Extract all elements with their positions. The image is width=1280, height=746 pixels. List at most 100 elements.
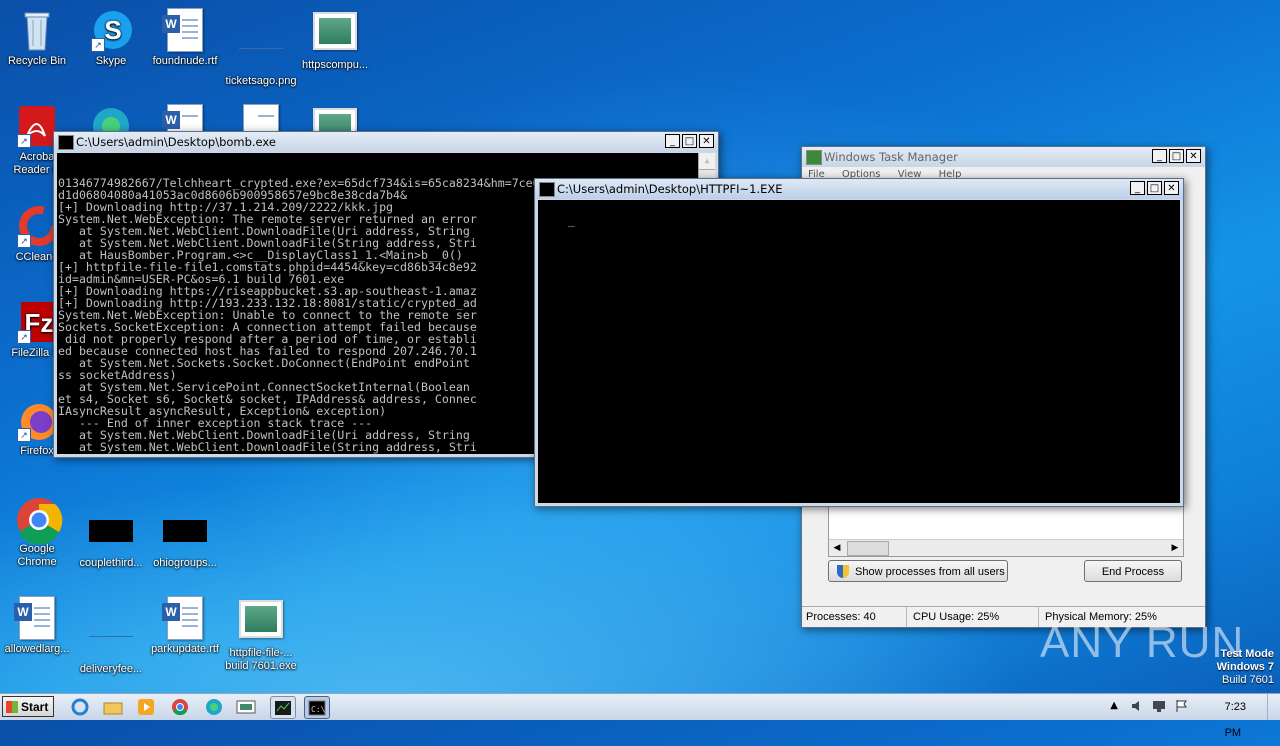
shortcut-arrow-icon: ↗ bbox=[17, 134, 31, 148]
action-center-flag-icon[interactable] bbox=[1174, 699, 1188, 713]
anyrun-logo: ANY RUN bbox=[1040, 618, 1244, 668]
word-document-icon: W bbox=[162, 596, 207, 640]
media-player-taskbar-icon[interactable] bbox=[134, 696, 158, 717]
chrome-icon bbox=[15, 496, 63, 545]
watermark-line2: Windows 7 bbox=[1216, 661, 1274, 673]
skype-shortcut[interactable]: S ↗ Skype bbox=[74, 8, 148, 68]
close-button[interactable]: ✕ bbox=[699, 134, 714, 148]
image-file-icon bbox=[239, 600, 283, 644]
ticketsago-file[interactable]: ticketsago.png bbox=[224, 8, 298, 88]
allowedlarg-file[interactable]: W allowedlarg... bbox=[0, 596, 74, 656]
show-hidden-icons-button[interactable]: ▲ bbox=[1110, 700, 1118, 711]
desktop-icon-label: allowedlarg... bbox=[4, 643, 70, 655]
test-mode-watermark: Test Mode Windows 7 Build 7601 bbox=[1217, 648, 1274, 687]
console-output[interactable]: _ bbox=[538, 200, 1180, 503]
window-title: Windows Task Manager bbox=[824, 150, 958, 164]
explorer-taskbar-icon[interactable] bbox=[101, 696, 125, 717]
status-processes: Processes: 40 bbox=[802, 607, 907, 627]
close-button[interactable]: ✕ bbox=[1164, 181, 1179, 195]
desktop-icon-label: Google Chrome bbox=[17, 543, 57, 568]
close-button[interactable]: ✕ bbox=[1186, 149, 1201, 163]
process-list[interactable]: ◀ ▶ bbox=[828, 503, 1184, 557]
show-all-label: Show processes from all users bbox=[855, 566, 1005, 578]
png-file-icon bbox=[239, 28, 283, 72]
scroll-thumb[interactable] bbox=[847, 541, 889, 556]
svg-text:S: S bbox=[104, 15, 121, 45]
scroll-right-button[interactable]: ▶ bbox=[1167, 540, 1183, 556]
deliveryfee-file[interactable]: deliveryfee... bbox=[74, 596, 148, 676]
taskbar-clock[interactable]: 7:23 PM bbox=[1225, 694, 1246, 739]
shortcut-arrow-icon: ↗ bbox=[17, 330, 31, 344]
maximize-button[interactable]: □ bbox=[1147, 181, 1162, 195]
end-process-button[interactable]: End Process bbox=[1084, 560, 1182, 582]
svg-text:C:\: C:\ bbox=[311, 705, 326, 714]
desktop-icon-label: foundnude.rtf bbox=[152, 55, 218, 67]
desktop-icon-label: deliveryfee... bbox=[79, 663, 143, 675]
desktop-icon-label: couplethird... bbox=[79, 557, 143, 569]
text-cursor: _ bbox=[567, 213, 575, 227]
task-manager-taskbar-button[interactable] bbox=[270, 696, 296, 719]
word-document-icon: W bbox=[14, 596, 59, 640]
task-manager-icon bbox=[806, 150, 822, 165]
windows-flag-icon bbox=[6, 701, 18, 713]
scroll-left-button[interactable]: ◀ bbox=[829, 540, 845, 556]
minimize-button[interactable]: _ bbox=[1152, 149, 1167, 163]
desktop-icon-label: ticketsago.png bbox=[225, 75, 297, 87]
desktop-icon-label: ohiogroups... bbox=[153, 557, 217, 569]
bomb-titlebar[interactable]: C:\Users\admin\Desktop\bomb.exe _ □ ✕ bbox=[54, 132, 718, 152]
httpscompu-file[interactable]: httpscompu... bbox=[298, 8, 372, 72]
scroll-up-button[interactable]: ▲ bbox=[699, 153, 715, 170]
desktop-icon-label: httpfile-file-... build 7601.exe bbox=[225, 647, 297, 672]
httpfile-exe[interactable]: httpfile-file-... build 7601.exe bbox=[224, 596, 298, 673]
file-icon bbox=[163, 520, 207, 554]
app-taskbar-icon[interactable] bbox=[234, 696, 258, 717]
window-title: C:\Users\admin\Desktop\bomb.exe bbox=[76, 135, 276, 149]
desktop-icon-label: parkupdate.rtf bbox=[151, 643, 219, 655]
status-cpu: CPU Usage: 25% bbox=[909, 607, 1039, 627]
minimize-button[interactable]: _ bbox=[1130, 181, 1145, 195]
parkupdate-file[interactable]: W parkupdate.rtf bbox=[148, 596, 222, 656]
console-icon bbox=[539, 182, 555, 197]
skype-icon: S ↗ bbox=[89, 8, 133, 52]
watermark-line3: Build 7601 bbox=[1222, 674, 1274, 686]
foundnude-file[interactable]: W foundnude.rtf bbox=[148, 8, 222, 68]
watermark-line1: Test Mode bbox=[1220, 648, 1274, 660]
shortcut-arrow-icon: ↗ bbox=[17, 428, 31, 442]
chrome-taskbar-icon[interactable] bbox=[168, 696, 192, 717]
ohiogroups-file[interactable]: ohiogroups... bbox=[148, 506, 222, 570]
console-icon bbox=[58, 135, 74, 150]
desktop-icon-label: Recycle Bin bbox=[7, 55, 67, 67]
anyrun-brand: ANY RUN bbox=[1040, 618, 1245, 667]
shortcut-arrow-icon: ↗ bbox=[91, 38, 105, 52]
console-taskbar-button[interactable]: C:\ bbox=[304, 696, 330, 719]
desktop-icon-label: Skype bbox=[95, 55, 127, 67]
ie-taskbar-icon[interactable] bbox=[68, 696, 92, 717]
recycle-bin-icon bbox=[15, 8, 59, 52]
speaker-icon[interactable] bbox=[1130, 699, 1144, 713]
taskbar: Start C:\ ▲ 7:23 PM bbox=[0, 693, 1280, 739]
image-file-icon bbox=[313, 12, 357, 56]
recycle-bin-shortcut[interactable]: Recycle Bin bbox=[0, 8, 74, 68]
httpfi-titlebar[interactable]: C:\Users\admin\Desktop\HTTPFI~1.EXE _ □ … bbox=[535, 179, 1183, 199]
maximize-button[interactable]: □ bbox=[682, 134, 697, 148]
desktop-icon-label: httpscompu... bbox=[301, 59, 369, 71]
window-title: C:\Users\admin\Desktop\HTTPFI~1.EXE bbox=[557, 182, 783, 196]
show-desktop-button[interactable] bbox=[1267, 694, 1280, 720]
google-chrome-shortcut[interactable]: Google Chrome bbox=[0, 496, 74, 569]
network-icon[interactable] bbox=[1152, 699, 1168, 713]
httpfi-console-window[interactable]: C:\Users\admin\Desktop\HTTPFI~1.EXE _ □ … bbox=[534, 178, 1184, 507]
shortcut-arrow-icon: ↗ bbox=[17, 234, 31, 248]
edge-taskbar-icon[interactable] bbox=[202, 696, 226, 717]
uac-shield-icon bbox=[837, 565, 849, 578]
file-icon bbox=[89, 616, 133, 660]
task-manager-titlebar[interactable]: Windows Task Manager _ □ ✕ bbox=[802, 147, 1205, 167]
file-icon bbox=[89, 520, 133, 554]
start-label: Start bbox=[21, 700, 49, 714]
show-all-processes-button[interactable]: Show processes from all users bbox=[828, 560, 1008, 582]
maximize-button[interactable]: □ bbox=[1169, 149, 1184, 163]
start-button[interactable]: Start bbox=[2, 696, 54, 717]
minimize-button[interactable]: _ bbox=[665, 134, 680, 148]
couplethird-file[interactable]: couplethird... bbox=[74, 506, 148, 570]
word-document-icon: W bbox=[162, 8, 207, 52]
horizontal-scrollbar[interactable]: ◀ ▶ bbox=[829, 539, 1183, 556]
